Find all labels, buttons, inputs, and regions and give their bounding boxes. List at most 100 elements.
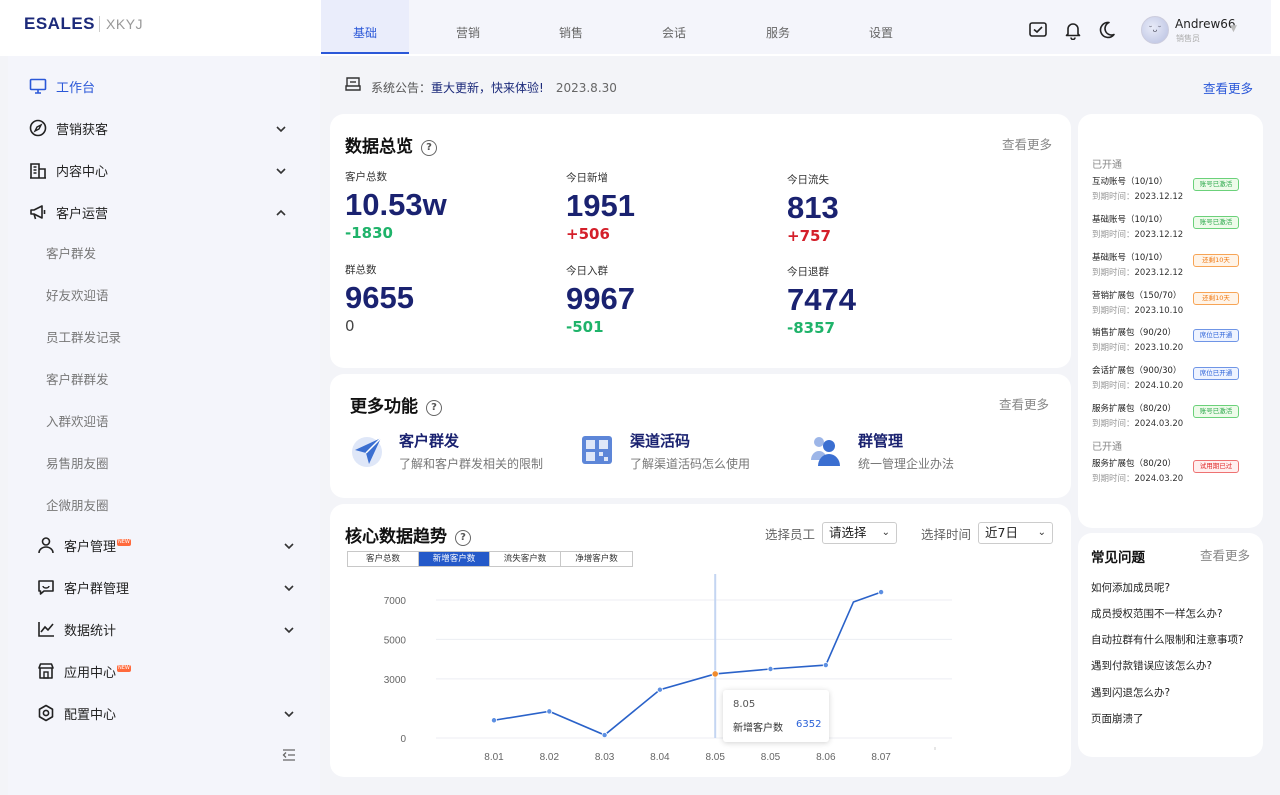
function-group-mgmt[interactable]: 群管理 统一管理企业办法 [808, 430, 954, 472]
employee-label: 选择员工 [765, 527, 816, 542]
sidebar-subitem-group-send[interactable]: 客户群发 [46, 243, 96, 262]
expiry-label: 到期时间： [1092, 381, 1135, 391]
tab-service[interactable]: 服务 [734, 0, 822, 54]
sidebar-item-config[interactable]: 配置中心 [36, 701, 116, 725]
y-tick-label: 7000 [384, 596, 407, 607]
sidebar-item-customer-mgmt[interactable]: 客户管理 NEW [36, 533, 131, 557]
sidebar-item-label: 营销获客 [56, 122, 109, 138]
account-status-badge: 账号已激活 [1193, 178, 1239, 191]
tab-settings[interactable]: 设置 [837, 0, 925, 54]
sidebar-subitem-esales-moments[interactable]: 易售朋友圈 [46, 453, 109, 472]
tab-lost-customers[interactable]: 流失客户数 [490, 552, 561, 566]
expiry-date: 2023.10.10 [1134, 306, 1184, 316]
functions-more-link[interactable]: 查看更多 [999, 394, 1049, 413]
employee-select[interactable]: 请选择 ⌄ [822, 522, 897, 544]
megaphone-icon [28, 202, 48, 222]
y-tick-label: 3000 [384, 675, 407, 686]
sidebar-subitem-group-broadcast[interactable]: 客户群群发 [46, 369, 109, 388]
sidebar-item-statistics[interactable]: 数据统计 [36, 617, 116, 641]
sidebar-item-label: 工作台 [56, 80, 96, 96]
sidebar-item-label: 数据统计 [64, 623, 117, 639]
faq-item[interactable]: 遇到闪退怎么办? [1091, 685, 1170, 700]
tab-sales[interactable]: 销售 [527, 0, 615, 54]
help-icon[interactable]: ? [455, 530, 471, 546]
faq-title: 常见问题 [1091, 550, 1145, 566]
sidebar-item-workbench[interactable]: 工作台 [28, 74, 95, 98]
tab-marketing[interactable]: 营销 [424, 0, 512, 54]
tab-new-customers[interactable]: 新增客户数 [419, 552, 490, 566]
highlight-point [711, 670, 719, 678]
x-tick-label: 8.04 [650, 752, 670, 763]
avatar[interactable]: ˘ᴗ˘ [1141, 16, 1169, 44]
sidebar-item-app-center[interactable]: 应用中心 NEW [36, 659, 131, 683]
tab-net-customers[interactable]: 净增客户数 [561, 552, 632, 566]
sidebar-subitem-friend-welcome[interactable]: 好友欢迎语 [46, 285, 109, 304]
caret-down-icon[interactable]: ▼ [1230, 24, 1237, 34]
notice-more-link[interactable]: 查看更多 [1203, 78, 1253, 97]
account-expiry: 到期时间：2023.12.12 [1092, 190, 1183, 202]
logo[interactable]: ESALES XKYJ [24, 14, 144, 34]
account-name: 营销扩展包（150/70） [1092, 291, 1182, 301]
faq-item[interactable]: 如何添加成员呢? [1091, 580, 1170, 595]
account-name: 会话扩展包（900/30） [1092, 366, 1182, 376]
faq-more-link[interactable]: 查看更多 [1200, 545, 1250, 564]
expiry-date: 2023.12.12 [1134, 268, 1184, 278]
expiry-date: 2024.03.20 [1134, 474, 1184, 484]
user-name[interactable]: Andrew66 [1175, 17, 1236, 31]
tab-chat[interactable]: 会话 [630, 0, 718, 54]
tab-basic[interactable]: 基础 [321, 0, 409, 54]
moon-icon[interactable] [1096, 20, 1118, 42]
tab-total-customers[interactable]: 客户总数 [348, 552, 419, 566]
sidebar-subitem-staff-send-log[interactable]: 员工群发记录 [46, 327, 121, 346]
chevron-up-icon[interactable] [276, 207, 286, 217]
collapse-sidebar-icon[interactable] [282, 748, 296, 762]
announcement-icon [345, 76, 361, 96]
faq-item[interactable]: 遇到付款错误应该怎么办? [1091, 658, 1212, 673]
chevron-down-icon[interactable] [276, 165, 286, 175]
chevron-down-icon[interactable] [284, 582, 294, 592]
function-channel-qrcode[interactable]: 渠道活码 了解渠道活码怎么使用 [580, 430, 750, 472]
bell-icon[interactable] [1063, 20, 1085, 42]
functions-title: 更多功能? [350, 392, 442, 417]
chevron-down-icon[interactable] [284, 540, 294, 550]
store-icon [36, 661, 56, 681]
expiry-date: 2023.12.12 [1134, 192, 1184, 202]
account-status-badge: 席位已开通 [1193, 329, 1239, 342]
chevron-down-icon[interactable] [284, 624, 294, 634]
tooltip-label: 新增客户数 [733, 723, 783, 734]
sidebar-subitem-group-welcome[interactable]: 入群欢迎语 [46, 411, 109, 430]
function-group-send[interactable]: 客户群发 了解和客户群发相关的限制 [349, 430, 543, 472]
expiry-label: 到期时间： [1092, 192, 1135, 202]
account-name: 服务扩展包（80/20） [1092, 459, 1176, 469]
sidebar-item-customer-ops[interactable]: 客户运营 [28, 200, 108, 224]
notice-date: 2023.8.30 [555, 81, 617, 95]
chevron-down-icon[interactable] [284, 708, 294, 718]
check-square-icon[interactable] [1028, 20, 1050, 42]
expiry-label: 到期时间： [1092, 268, 1135, 278]
chevron-down-icon[interactable] [276, 123, 286, 133]
time-select[interactable]: 近7日 ⌄ [978, 522, 1053, 544]
new-badge: NEW [117, 538, 131, 546]
data-point [767, 666, 774, 673]
expiry-date: 2023.12.12 [1134, 230, 1184, 240]
x-tick-label: 8.07 [871, 752, 891, 763]
sidebar-item-group-mgmt[interactable]: 客户群管理 [36, 575, 129, 599]
x-tick-label: 8.02 [540, 752, 560, 763]
stat-today-lost: 今日流失 813 +757 [787, 174, 839, 245]
sidebar-item-content[interactable]: 内容中心 [28, 158, 108, 182]
faq-item[interactable]: 自动拉群有什么限制和注意事项? [1091, 632, 1244, 647]
sidebar-subitem-wecom-moments[interactable]: 企微朋友圈 [46, 495, 109, 514]
group-icon [808, 432, 844, 468]
help-icon[interactable]: ? [426, 400, 442, 416]
account-expiry: 到期时间：2024.03.20 [1092, 417, 1183, 429]
trend-chart[interactable]: 70005000300008.01 8.02 8.03 8.04 8.05 8.05 8.0… [330, 574, 1071, 774]
y-tick-label: 5000 [384, 635, 407, 646]
faq-item[interactable]: 成员授权范围不一样怎么办? [1091, 606, 1223, 621]
help-icon[interactable]: ? [421, 140, 437, 156]
notice-message[interactable]: 重大更新，快来体验! [431, 81, 544, 95]
overview-more-link[interactable]: 查看更多 [1002, 134, 1052, 153]
send-icon [349, 432, 385, 468]
data-point [656, 686, 663, 693]
sidebar-item-marketing[interactable]: 营销获客 [28, 116, 108, 140]
faq-item[interactable]: 页面崩溃了 [1091, 711, 1144, 726]
